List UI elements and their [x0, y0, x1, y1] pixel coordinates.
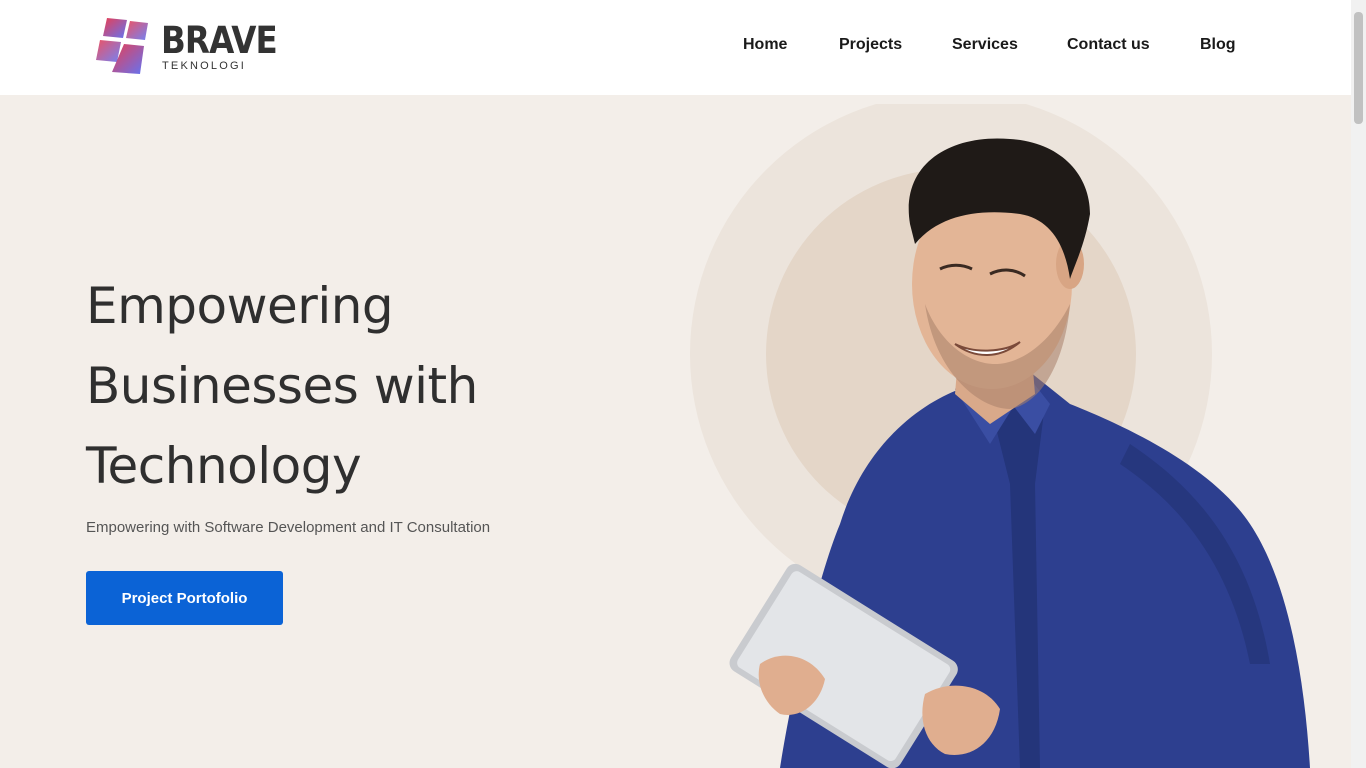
nav-item-contact-us[interactable]: Contact us [1067, 36, 1150, 54]
hero-title-line-1: Empowering [86, 277, 394, 335]
page-scrollbar[interactable] [1351, 0, 1366, 768]
site-header: BRAVE TEKNOLOGI Home Projects Services C… [0, 0, 1351, 95]
hero-title-line-3: Technology [86, 437, 362, 495]
hero-title-line-2: Businesses with [86, 357, 478, 415]
nav-item-services[interactable]: Services [952, 36, 1018, 54]
hero-subtitle: Empowering with Software Development and… [86, 519, 491, 536]
man-with-tablet-illustration [690, 104, 1310, 768]
hero-heading: Empowering Businesses with Technology [86, 266, 606, 506]
nav-item-home[interactable]: Home [743, 36, 787, 54]
nav-item-blog[interactable]: Blog [1200, 36, 1236, 54]
nav-item-projects[interactable]: Projects [839, 36, 902, 54]
project-portfolio-button[interactable]: Project Portofolio [86, 571, 283, 625]
brand-tagline: TEKNOLOGI [162, 60, 246, 72]
scrollbar-thumb[interactable] [1354, 12, 1363, 124]
main-nav: Home Projects Services Contact us Blog [0, 36, 1351, 58]
